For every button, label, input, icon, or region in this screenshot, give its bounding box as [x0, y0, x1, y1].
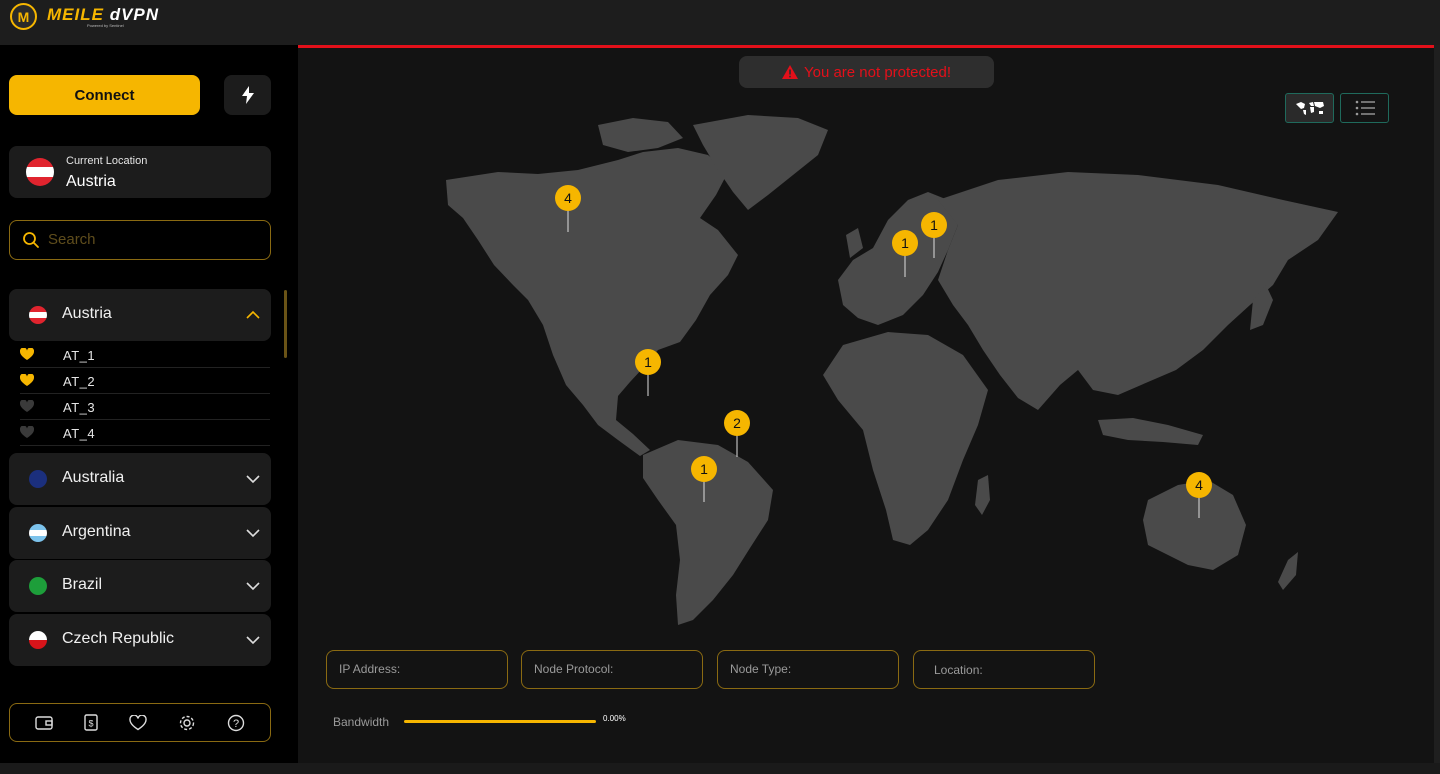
north-america-landmass	[446, 148, 738, 456]
node-name: AT_4	[63, 426, 96, 441]
logo-subtitle: Powered by Sentinel	[87, 22, 124, 28]
heart-filled-icon[interactable]	[20, 374, 34, 387]
bandwidth-label: Bandwidth	[333, 715, 390, 729]
protection-warning: You are not protected!	[739, 56, 994, 88]
sidebar: Connect Current Location Austria Austria…	[0, 45, 298, 763]
heart-icon[interactable]	[129, 714, 147, 731]
bandwidth-bar	[404, 720, 596, 723]
chevron-down-icon[interactable]	[245, 525, 261, 541]
location-field: Location:	[913, 650, 1095, 689]
current-location-label: Current Location	[66, 155, 148, 167]
marker-count: 1	[700, 461, 708, 477]
bolt-icon	[241, 86, 254, 104]
chevron-down-icon[interactable]	[245, 471, 261, 487]
node-protocol-label: Node Protocol:	[534, 662, 614, 676]
czech-flag-icon	[29, 631, 47, 649]
chevron-down-icon[interactable]	[245, 578, 261, 594]
logo-title-right: dVPN	[109, 4, 160, 24]
asia-landmass	[938, 172, 1338, 410]
brazil-flag-icon	[29, 577, 47, 595]
logo-icon: M	[10, 3, 37, 30]
austria-flag-icon	[26, 158, 54, 186]
marker-count: 1	[930, 217, 938, 233]
marker-count: 1	[644, 354, 652, 370]
chevron-down-icon[interactable]	[245, 632, 261, 648]
world-map: 4 1 1 1 2 1 4	[446, 115, 1338, 625]
map-marker-venezuela[interactable]: 2	[724, 410, 750, 457]
search-box	[9, 220, 271, 260]
chevron-up-icon[interactable]	[245, 307, 261, 323]
node-name: AT_2	[63, 374, 96, 389]
search-input[interactable]	[48, 221, 263, 258]
connection-status-bar	[298, 45, 1434, 48]
title-bar: M MEILE dVPN Powered by Sentinel	[0, 0, 1440, 45]
country-name: Australia	[62, 469, 125, 486]
bottom-nav: $ ?	[9, 703, 271, 742]
node-name: AT_1	[63, 348, 96, 363]
country-item-austria[interactable]: Austria	[9, 289, 271, 341]
svg-text:?: ?	[233, 718, 239, 730]
new-zealand-landmass	[1278, 552, 1298, 590]
australia-flag-icon	[29, 470, 47, 488]
current-location-card: Current Location Austria	[9, 146, 271, 198]
bandwidth-value: 0.00%	[603, 714, 626, 723]
wallet-icon[interactable]	[35, 715, 54, 731]
connect-button[interactable]: Connect	[9, 75, 200, 115]
country-item-czech-republic[interactable]: Czech Republic	[9, 614, 271, 666]
search-icon	[23, 232, 39, 248]
ip-address-label: IP Address:	[339, 662, 401, 676]
current-location-value: Austria	[66, 173, 116, 190]
node-type-field: Node Type:	[717, 650, 899, 689]
arctic-islands	[598, 118, 683, 152]
map-marker-mexico[interactable]: 1	[635, 349, 661, 396]
country-item-argentina[interactable]: Argentina	[9, 507, 271, 559]
main-panel: You are not protected! 4 1 1 1 2 1 4 IP …	[298, 45, 1434, 763]
app-logo: M MEILE dVPN Powered by Sentinel	[10, 3, 159, 30]
heart-icon[interactable]	[20, 426, 34, 439]
indonesia-landmass	[1098, 418, 1203, 445]
country-name: Argentina	[62, 523, 131, 540]
svg-text:$: $	[89, 719, 94, 729]
austria-flag-icon	[29, 306, 47, 324]
help-icon[interactable]: ?	[227, 714, 245, 732]
marker-count: 2	[733, 415, 741, 431]
madagascar-landmass	[975, 475, 990, 515]
country-name: Brazil	[62, 576, 103, 593]
heart-filled-icon[interactable]	[20, 348, 34, 361]
marker-count: 4	[564, 190, 572, 206]
marker-count: 1	[901, 235, 909, 251]
node-name: AT_3	[63, 400, 96, 415]
heart-icon[interactable]	[20, 400, 34, 413]
node-item-at4[interactable]: AT_4	[20, 420, 270, 446]
africa-landmass	[823, 332, 988, 545]
location-label: Location:	[934, 663, 983, 677]
sidebar-scrollbar[interactable]	[284, 290, 287, 358]
country-item-brazil[interactable]: Brazil	[9, 560, 271, 612]
ip-address-field: IP Address:	[326, 650, 508, 689]
marker-count: 4	[1195, 477, 1203, 493]
node-item-at1[interactable]: AT_1	[20, 342, 270, 368]
logo-title-left: MEILE	[47, 4, 104, 24]
node-protocol-field: Node Protocol:	[521, 650, 703, 689]
gear-icon[interactable]	[178, 714, 196, 732]
node-type-label: Node Type:	[730, 662, 792, 676]
europe-landmass	[838, 192, 958, 325]
node-item-at3[interactable]: AT_3	[20, 394, 270, 420]
dollar-doc-icon[interactable]: $	[84, 714, 98, 731]
country-name: Austria	[62, 305, 112, 322]
quick-connect-button[interactable]	[224, 75, 271, 115]
country-item-australia[interactable]: Australia	[9, 453, 271, 505]
node-item-at2[interactable]: AT_2	[20, 368, 270, 394]
warning-text: You are not protected!	[803, 63, 952, 81]
uk-landmass	[846, 228, 863, 258]
country-name: Czech Republic	[62, 630, 175, 647]
window-edge	[1434, 45, 1440, 763]
warning-icon	[781, 65, 798, 79]
footer-bar	[0, 763, 1440, 774]
argentina-flag-icon	[29, 524, 47, 542]
